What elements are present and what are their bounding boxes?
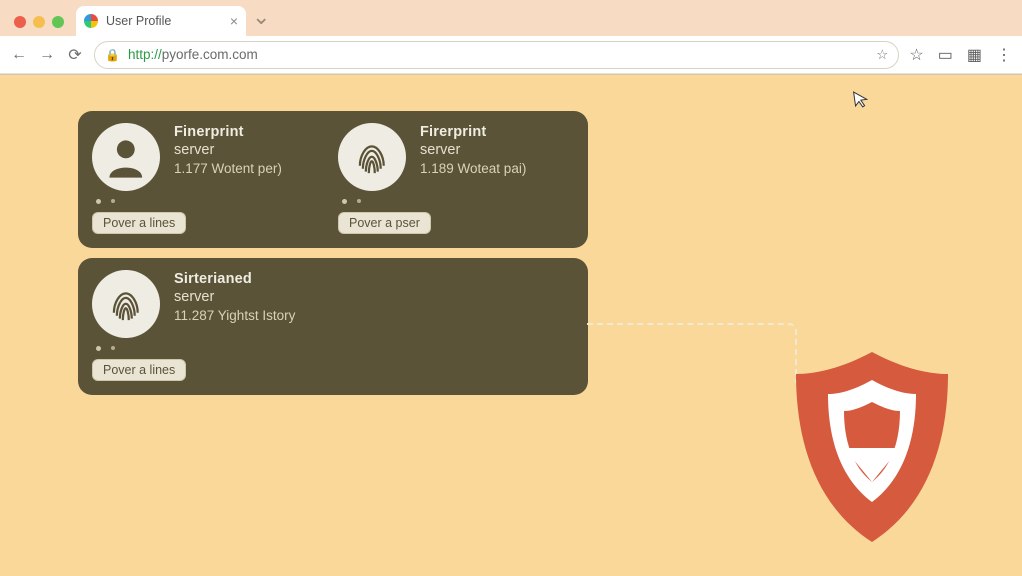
power-button[interactable]: Pover a lines [92, 359, 186, 381]
lock-icon: 🔒 [105, 48, 120, 62]
fingerprint-icon [338, 123, 406, 191]
page-content: Finerprint server 1.177 Wotent per) Pove… [0, 75, 1022, 576]
browser-chrome: User Profile × ⌄ ← → ⟳ 🔒 http://pyorfe.c… [0, 0, 1022, 75]
window-controls [10, 16, 70, 36]
server-card: Sirterianed server 11.287 Yightst Istory… [78, 258, 588, 395]
card-list: Finerprint server 1.177 Wotent per) Pove… [78, 111, 588, 395]
star-outline-icon[interactable]: ☆ [909, 45, 923, 65]
entry-title: Firerprint [420, 123, 526, 141]
address-bar[interactable]: 🔒 http://pyorfe.com.com ☆ [94, 41, 899, 69]
fingerprint-icon [92, 270, 160, 338]
server-entry: Finerprint server 1.177 Wotent per) Pove… [92, 123, 312, 234]
power-button[interactable]: Pover a pser [338, 212, 431, 234]
person-icon [92, 123, 160, 191]
entry-subtitle: server [420, 141, 526, 159]
status-dots [338, 199, 558, 204]
status-dots [92, 199, 312, 204]
window-minimize-icon[interactable] [33, 16, 45, 28]
browser-tab[interactable]: User Profile × [76, 6, 246, 36]
window-close-icon[interactable] [14, 16, 26, 28]
favicon-icon [84, 14, 98, 28]
reload-icon[interactable]: ⟳ [66, 45, 84, 65]
url-text: http://pyorfe.com.com [128, 47, 258, 62]
close-icon[interactable]: × [230, 14, 238, 28]
url-protocol: http:// [128, 47, 162, 62]
url-host: pyorfe.com.com [162, 47, 258, 62]
cursor-icon [850, 88, 873, 116]
new-tab-icon[interactable]: ⌄ [252, 4, 270, 36]
kebab-menu-icon[interactable]: ⋮ [996, 45, 1012, 65]
entry-subtitle: server [174, 141, 282, 159]
entry-meta: 1.177 Wotent per) [174, 161, 282, 178]
entry-meta: 11.287 Yightst Istory [174, 308, 295, 325]
entry-subtitle: server [174, 288, 295, 306]
tab-title: User Profile [106, 14, 171, 28]
toolbar-right: ☆ ▭ ▦ ⋮ [909, 45, 1012, 65]
forward-icon[interactable]: → [38, 46, 56, 64]
back-icon[interactable]: ← [10, 46, 28, 64]
server-card: Finerprint server 1.177 Wotent per) Pove… [78, 111, 588, 248]
power-button[interactable]: Pover a lines [92, 212, 186, 234]
bookmark-star-icon[interactable]: ☆ [876, 47, 888, 63]
tab-bar: User Profile × ⌄ [0, 0, 1022, 36]
toolbar: ← → ⟳ 🔒 http://pyorfe.com.com ☆ ☆ ▭ ▦ ⋮ [0, 36, 1022, 74]
shield-icon [782, 346, 962, 546]
server-entry: Sirterianed server 11.287 Yightst Istory… [92, 270, 312, 381]
window-zoom-icon[interactable] [52, 16, 64, 28]
cast-icon[interactable]: ▭ [938, 45, 953, 65]
apps-grid-icon[interactable]: ▦ [967, 45, 982, 65]
server-entry: Firerprint server 1.189 Woteat pai) Pove… [338, 123, 558, 234]
entry-meta: 1.189 Woteat pai) [420, 161, 526, 178]
entry-title: Finerprint [174, 123, 282, 141]
connector-line [587, 323, 797, 383]
status-dots [92, 346, 312, 351]
entry-title: Sirterianed [174, 270, 295, 288]
